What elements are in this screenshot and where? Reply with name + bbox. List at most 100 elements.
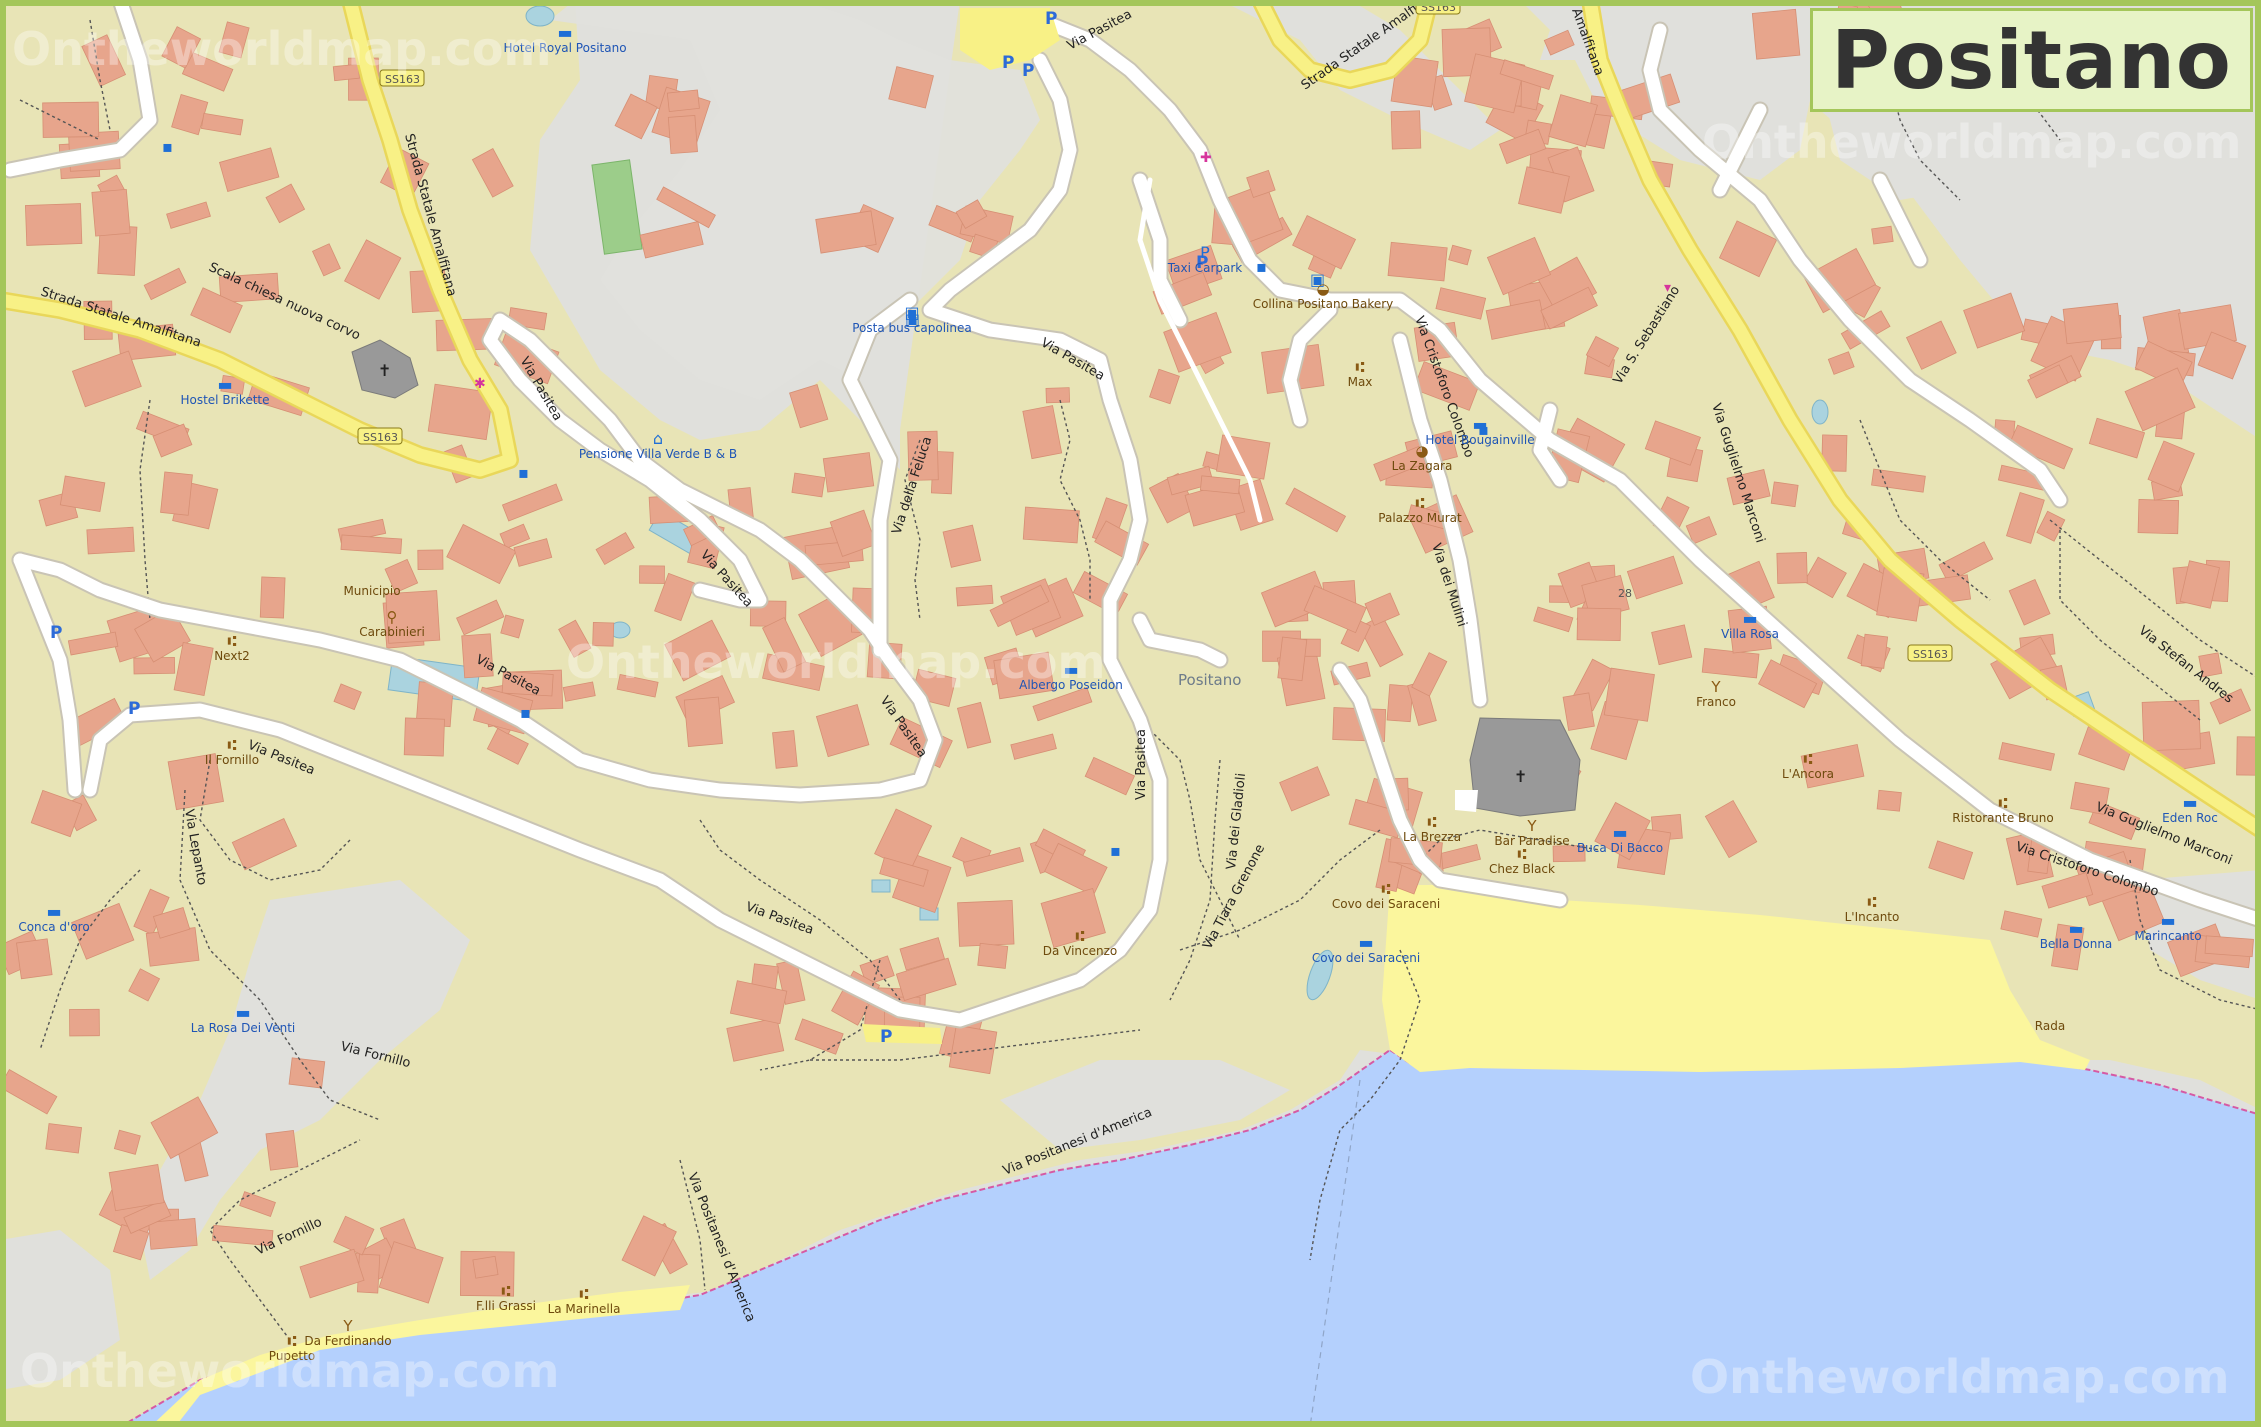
hotel-icon: ▬ bbox=[1358, 933, 1373, 952]
restaurant-icon: ⑆ bbox=[1381, 880, 1390, 898]
poi-label: Pensione Villa Verde B & B bbox=[579, 447, 737, 461]
poi-label: La Zagara bbox=[1392, 459, 1453, 473]
poi-label: Rada bbox=[2035, 1019, 2065, 1033]
restaurant-icon: ⑆ bbox=[227, 736, 236, 754]
road-ref: SS163 bbox=[363, 431, 398, 444]
restaurant-icon: ⑆ bbox=[1427, 813, 1436, 831]
building bbox=[1876, 789, 1902, 812]
building bbox=[2141, 699, 2201, 752]
building bbox=[2062, 302, 2122, 345]
building bbox=[1651, 624, 1693, 666]
building bbox=[1701, 647, 1760, 679]
poi-label: Conca d'oro bbox=[18, 920, 89, 934]
building bbox=[639, 565, 665, 584]
police-icon: ⚲ bbox=[387, 608, 398, 626]
hotel-icon: ▬ bbox=[46, 902, 61, 921]
bus-stop-icon: ▪ bbox=[520, 703, 531, 722]
church-icon: ✝ bbox=[378, 361, 391, 380]
bus-stop-icon: ▪ bbox=[518, 463, 529, 482]
poi-label: Bar Paradise bbox=[1494, 834, 1569, 848]
building bbox=[1390, 110, 1422, 150]
road-ref: SS163 bbox=[1421, 1, 1456, 14]
building bbox=[69, 1008, 100, 1037]
bus-stop-icon: ▪ bbox=[1256, 257, 1267, 276]
building bbox=[2236, 736, 2259, 776]
bus-stop-icon: ▪ bbox=[162, 137, 173, 156]
building bbox=[2137, 499, 2180, 535]
building bbox=[45, 1123, 83, 1154]
poi-label: Ristorante Bruno bbox=[1952, 811, 2053, 825]
poi-label: Collina Positano Bakery bbox=[1253, 297, 1394, 311]
building bbox=[1776, 552, 1808, 584]
building bbox=[265, 1129, 299, 1171]
building bbox=[86, 526, 135, 555]
poi-label: Covo dei Saraceni bbox=[1332, 897, 1440, 911]
parking-icon: P bbox=[880, 1027, 892, 1047]
building bbox=[42, 101, 100, 138]
watermark: Ontheworldmap.com bbox=[20, 1344, 559, 1398]
poi-label: Next2 bbox=[214, 649, 250, 663]
poi-label: L'Ancora bbox=[1782, 767, 1834, 781]
poi-town-hall[interactable]: Municipio bbox=[343, 584, 400, 598]
building bbox=[666, 89, 700, 112]
building bbox=[288, 1057, 326, 1089]
building bbox=[791, 472, 826, 498]
restaurant-icon: ⑆ bbox=[227, 632, 236, 650]
poi-label: L'Incanto bbox=[1845, 910, 1900, 924]
parking-icon: P bbox=[50, 623, 62, 643]
building bbox=[1871, 225, 1894, 245]
poi-label: La Rosa Dei Venti bbox=[191, 1021, 296, 1035]
building bbox=[1751, 8, 1801, 60]
bar-icon: Y bbox=[342, 1317, 353, 1335]
restaurant-icon: ⑆ bbox=[579, 1285, 588, 1303]
map-title: Positano bbox=[1831, 13, 2232, 107]
building bbox=[667, 115, 698, 155]
restaurant-icon: ⑆ bbox=[1998, 794, 2007, 812]
hotel-icon: ▬ bbox=[2068, 919, 2083, 938]
building bbox=[2204, 935, 2254, 958]
church-yard bbox=[1455, 790, 1478, 812]
building bbox=[403, 717, 445, 757]
building bbox=[683, 696, 723, 747]
building bbox=[108, 1164, 165, 1212]
bus-stop-icon: ▪ bbox=[1110, 841, 1121, 860]
bakery-icon: ◒ bbox=[1316, 280, 1329, 298]
poi-label: Hostel Brikette bbox=[180, 393, 269, 407]
building bbox=[1215, 434, 1271, 480]
poi-label: Covo dei Saraceni bbox=[1312, 951, 1420, 965]
restaurant-icon: ⑆ bbox=[1803, 750, 1812, 768]
place-label: Positano bbox=[1178, 671, 1241, 689]
hotel-icon: ▬ bbox=[557, 23, 572, 42]
building bbox=[1022, 506, 1080, 544]
poi-label: Marincanto bbox=[2134, 929, 2201, 943]
poi-label: F.lli Grassi bbox=[476, 1299, 536, 1313]
pool-6 bbox=[1811, 399, 1829, 425]
building bbox=[148, 1218, 198, 1250]
positano-map[interactable]: Via Pasitea Via Pasitea Via Pasitea Via … bbox=[0, 0, 2261, 1427]
road-ref: SS163 bbox=[1913, 648, 1948, 661]
restaurant-icon: ⑆ bbox=[1415, 494, 1424, 512]
parking-icon: P bbox=[128, 699, 140, 719]
bar-icon: Y bbox=[1710, 678, 1721, 696]
poi-label: Il Fornillo bbox=[205, 753, 259, 767]
shop-icon: ▾ bbox=[1664, 280, 1671, 296]
poi-label: Franco bbox=[1696, 695, 1736, 709]
building bbox=[1045, 387, 1071, 404]
building bbox=[955, 584, 994, 607]
building bbox=[957, 900, 1015, 947]
poi-label: Chez Black bbox=[1489, 862, 1555, 876]
building bbox=[160, 471, 193, 516]
title-box: Positano bbox=[1810, 8, 2253, 112]
parking-icon: P bbox=[1022, 61, 1034, 81]
restaurant-icon: ⑆ bbox=[501, 1282, 510, 1300]
poi-none[interactable]: Rada bbox=[2035, 1019, 2065, 1033]
house-number: 28 bbox=[1618, 587, 1632, 600]
pharmacy-icon: ✚ bbox=[1200, 150, 1212, 166]
building bbox=[822, 452, 875, 493]
pharmacy-icon: ✱ bbox=[474, 376, 486, 392]
building bbox=[1277, 636, 1308, 682]
poi-label: Palazzo Murat bbox=[1378, 511, 1462, 525]
poi-label: Da Vincenzo bbox=[1043, 944, 1118, 958]
hotel-icon: ▬ bbox=[2160, 911, 2175, 930]
hotel-icon: ▬ bbox=[235, 1003, 250, 1022]
